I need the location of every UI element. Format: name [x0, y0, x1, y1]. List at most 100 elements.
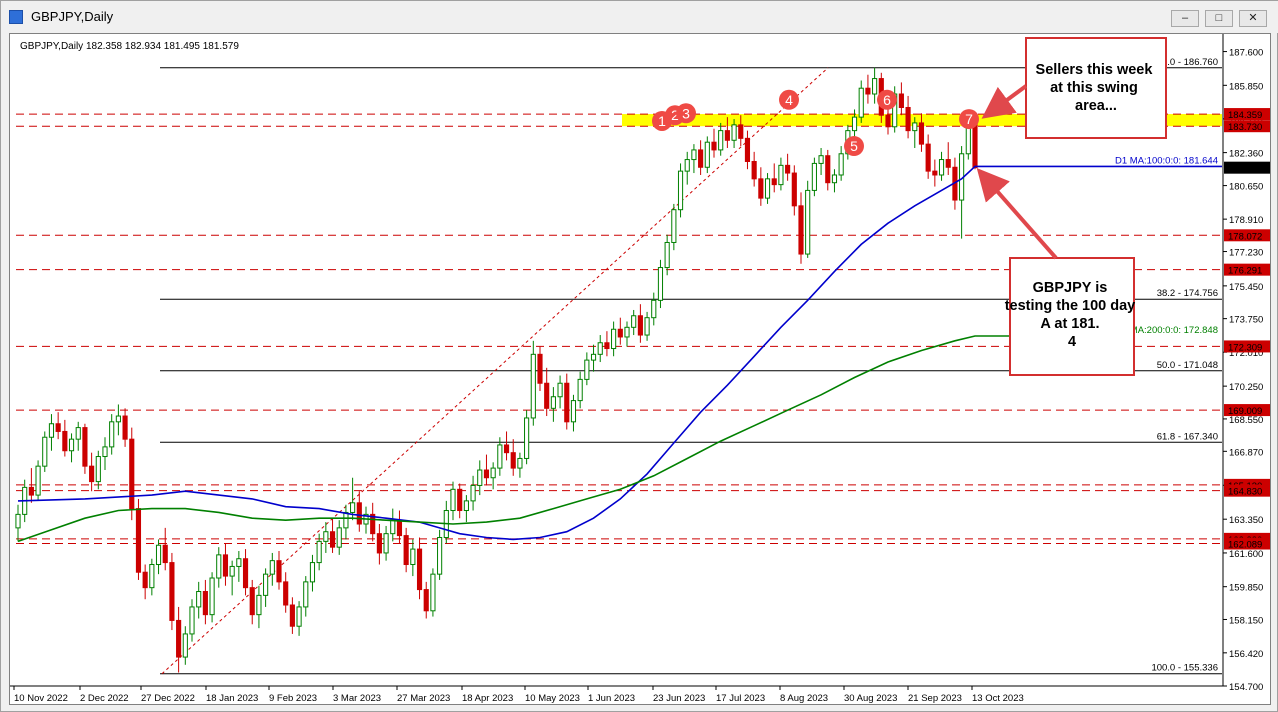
- level-price-tag-label: 183.730: [1228, 122, 1262, 133]
- candle-body: [43, 437, 47, 466]
- y-axis-tick-label: 159.850: [1229, 583, 1263, 594]
- close-button[interactable]: ✕: [1239, 10, 1267, 27]
- x-axis-tick-label: 8 Aug 2023: [780, 693, 828, 704]
- candle-body: [110, 422, 114, 447]
- sellers-note-line-1: Sellers this week: [1036, 62, 1154, 78]
- candle-body: [672, 210, 676, 243]
- candle-body: [230, 566, 234, 576]
- chart-area[interactable]: 0.0 - 186.76038.2 - 174.75650.0 - 171.04…: [9, 33, 1271, 705]
- x-axis-tick-label: 18 Jan 2023: [206, 693, 258, 704]
- candle-body: [826, 156, 830, 183]
- candle-body: [484, 470, 488, 478]
- candle-body: [852, 117, 856, 130]
- candle-body: [324, 532, 328, 542]
- candle-body: [210, 578, 214, 615]
- level-price-tag-label: 162.089: [1228, 540, 1262, 551]
- level-price-tag-label: 172.309: [1228, 342, 1262, 353]
- x-axis-tick-label: 3 Mar 2023: [333, 693, 381, 704]
- candle-body: [163, 545, 167, 562]
- candle-body: [264, 574, 268, 595]
- candle-body: [183, 634, 187, 657]
- candle-body: [384, 534, 388, 553]
- candle-body: [705, 142, 709, 167]
- candle-body: [658, 268, 662, 301]
- ma-note-line-3: A at 181.: [1040, 316, 1099, 332]
- candle-body: [290, 605, 294, 626]
- candle-body: [177, 620, 181, 657]
- candle-body: [685, 160, 689, 172]
- candle-body: [725, 131, 729, 141]
- candle-body: [913, 123, 917, 131]
- candle-body: [605, 343, 609, 349]
- ma200-label: MA:200:0:0: 172.848: [1130, 325, 1218, 336]
- candle-body: [397, 520, 401, 535]
- x-axis-tick-label: 10 Nov 2022: [14, 693, 68, 704]
- candle-body: [36, 466, 40, 495]
- x-axis-tick-label: 30 Aug 2023: [844, 693, 897, 704]
- y-axis-tick-label: 170.250: [1229, 382, 1263, 393]
- y-axis-tick-label: 175.450: [1229, 282, 1263, 293]
- candle-body: [203, 592, 207, 615]
- y-axis-tick-label: 156.420: [1229, 649, 1263, 660]
- candle-body: [458, 489, 462, 510]
- candle-body: [250, 588, 254, 615]
- candle-body: [819, 156, 823, 164]
- candle-body: [29, 487, 33, 495]
- candle-body: [217, 555, 221, 578]
- candle-body: [471, 485, 475, 500]
- candle-body: [806, 190, 810, 254]
- minimize-button[interactable]: –: [1171, 10, 1199, 27]
- candle-body: [665, 242, 669, 267]
- candle-body: [699, 150, 703, 167]
- candle-body: [377, 534, 381, 553]
- candle-body: [578, 379, 582, 400]
- candle-body: [431, 574, 435, 611]
- level-price-tag-label: 169.009: [1228, 406, 1262, 417]
- x-axis-tick-label: 23 Jun 2023: [653, 693, 705, 704]
- candle-body: [330, 532, 334, 547]
- candle-body: [799, 206, 803, 254]
- ma-note-line-2: testing the 100 day: [1005, 298, 1140, 314]
- candle-body: [612, 329, 616, 348]
- window-title: GBPJPY,Daily: [31, 9, 113, 24]
- candle-body: [498, 445, 502, 468]
- candle-body: [779, 165, 783, 184]
- fib-level-label: 100.0 - 155.336: [1151, 663, 1218, 674]
- y-axis-tick-label: 177.230: [1229, 248, 1263, 259]
- candle-body: [946, 160, 950, 168]
- candle-body: [223, 555, 227, 576]
- candle-body: [638, 316, 642, 335]
- candle-body: [591, 354, 595, 360]
- candle-body: [49, 424, 53, 437]
- candle-body: [103, 447, 107, 457]
- y-axis-tick-label: 180.650: [1229, 182, 1263, 193]
- price-chart[interactable]: 0.0 - 186.76038.2 - 174.75650.0 - 171.04…: [10, 34, 1270, 704]
- candle-body: [933, 171, 937, 175]
- x-axis-tick-label: 10 May 2023: [525, 693, 580, 704]
- candle-body: [745, 138, 749, 161]
- candle-body: [511, 453, 515, 468]
- candle-body: [69, 439, 73, 451]
- y-axis-tick-label: 163.350: [1229, 515, 1263, 526]
- candle-body: [491, 468, 495, 478]
- candle-body: [130, 439, 134, 508]
- title-bar[interactable]: GBPJPY,Daily – □ ✕: [1, 1, 1278, 33]
- level-price-tag-label: 178.072: [1228, 231, 1262, 242]
- x-axis-tick-label: 18 Apr 2023: [462, 693, 513, 704]
- maximize-button[interactable]: □: [1205, 10, 1233, 27]
- candle-body: [759, 179, 763, 198]
- candle-body: [598, 343, 602, 355]
- candle-body: [618, 329, 622, 337]
- fib-level-label: 50.0 - 171.048: [1157, 360, 1218, 371]
- candle-body: [16, 514, 20, 527]
- level-price-tag-label: 164.830: [1228, 487, 1262, 498]
- candle-body: [504, 445, 508, 453]
- candle-body: [337, 528, 341, 547]
- candle-body: [772, 179, 776, 185]
- x-axis-tick-label: 13 Oct 2023: [972, 693, 1024, 704]
- candle-body: [752, 161, 756, 178]
- candle-body: [939, 160, 943, 175]
- swing-marker-label: 6: [883, 92, 891, 108]
- y-axis-tick-label: 173.750: [1229, 315, 1263, 326]
- candle-body: [90, 466, 94, 481]
